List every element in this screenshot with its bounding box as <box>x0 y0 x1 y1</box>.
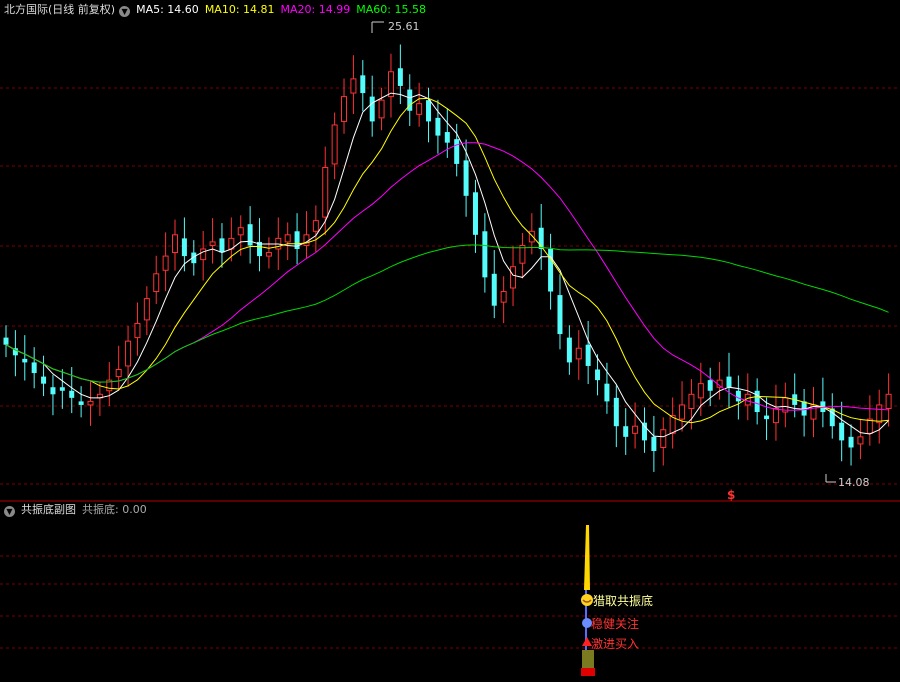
candle-body <box>472 192 478 235</box>
candle-body <box>688 393 695 409</box>
candle-body <box>416 103 423 115</box>
candle-body <box>125 340 132 367</box>
stock-chart-svg: 25.61 14.08 $ 猎取共振底 稳健关注 激进买入 <box>0 20 900 676</box>
candle-body <box>209 241 216 246</box>
chevron-down-icon[interactable]: ▼ <box>119 6 131 17</box>
candle-body <box>322 166 329 218</box>
grid-layer <box>0 87 900 649</box>
candle-body <box>378 99 385 119</box>
candle-body <box>839 422 845 441</box>
candle-body <box>41 376 47 384</box>
candle-body <box>857 436 864 445</box>
high-price-label: 25.61 <box>388 20 420 33</box>
resonance-base <box>581 668 595 676</box>
candle-body <box>31 362 37 374</box>
candle-body <box>575 347 582 360</box>
low-price-label: 14.08 <box>838 476 870 489</box>
candle-body <box>265 252 272 257</box>
signal-label-1: 猎取共振底 <box>593 593 653 608</box>
sub-chart-value: 共振底: 0.00 <box>82 503 147 516</box>
candle-body <box>866 418 873 434</box>
candle-body <box>848 436 854 448</box>
candle-body <box>426 100 432 122</box>
ma60-label: MA60: 15.58 <box>356 3 426 16</box>
signal-label-3: 激进买入 <box>591 637 639 651</box>
sub-chart-header: ▼ 共振底副图 共振底: 0.00 <box>4 502 153 518</box>
candle-body <box>726 376 732 388</box>
candle-body <box>50 387 56 395</box>
candle-body <box>707 380 713 391</box>
candle-body <box>660 429 667 448</box>
candle-body <box>360 75 366 94</box>
candle-body <box>143 298 150 321</box>
candle-body <box>153 273 160 293</box>
sub-chart-layer: 猎取共振底 稳健关注 激进买入 <box>581 525 653 676</box>
candle-body <box>500 291 507 303</box>
chart-stage: 25.61 14.08 $ 猎取共振底 稳健关注 激进买入 北方国际(日线 前复… <box>0 0 900 678</box>
candle-body <box>595 369 601 381</box>
chevron-down-icon[interactable]: ▼ <box>4 506 15 517</box>
candle-body <box>454 139 460 164</box>
candle-body <box>3 337 9 345</box>
price-labels-layer: 25.61 14.08 $ <box>371 20 870 502</box>
candle-body <box>772 407 779 424</box>
candle-body <box>604 383 610 402</box>
candle-body <box>172 234 179 254</box>
candle-body <box>284 234 291 243</box>
candle-body <box>397 68 403 86</box>
ma20-line <box>5 142 889 411</box>
candle-body <box>491 273 497 306</box>
candle-body <box>697 383 704 399</box>
candle-body <box>247 224 253 246</box>
signal-dot-1 <box>581 594 593 606</box>
candle-body <box>735 390 741 402</box>
candle-body <box>585 344 591 366</box>
candle-body <box>482 231 488 278</box>
candle-body <box>219 238 225 253</box>
ma20-label: MA20: 14.99 <box>280 3 351 16</box>
candle-body <box>444 132 450 143</box>
resonance-spike <box>584 525 590 590</box>
candle-body <box>162 255 169 271</box>
main-chart-header: 北方国际(日线 前复权) ▼ MA5: 14.60 MA10: 14.81 MA20: … <box>4 2 432 18</box>
candle-body <box>557 295 563 335</box>
candle-body <box>764 415 770 420</box>
candle-body <box>312 220 319 232</box>
candle-body <box>463 160 469 196</box>
sub-chart-title[interactable]: 共振底副图 <box>21 503 76 516</box>
candle-body <box>341 96 348 122</box>
candle-body <box>69 390 75 398</box>
candle-body <box>885 393 892 409</box>
candle-body <box>134 322 141 339</box>
ma5-label: MA5: 14.60 <box>136 3 199 16</box>
candle-body <box>181 238 187 257</box>
candle-body <box>237 227 244 236</box>
candle-body <box>435 117 441 136</box>
candle-body <box>200 248 207 261</box>
candle-body <box>623 426 629 437</box>
candle-body <box>548 249 554 292</box>
candle-body <box>613 397 619 427</box>
candle-body <box>566 337 572 363</box>
stock-title[interactable]: 北方国际(日线 前复权) <box>4 3 115 16</box>
candle-body <box>78 401 84 405</box>
candle-body <box>59 387 65 391</box>
candle-body <box>510 266 517 289</box>
candle-body <box>369 96 375 122</box>
candle-body <box>87 400 94 406</box>
candle-body <box>350 78 357 94</box>
event-marker[interactable]: $ <box>727 488 735 502</box>
candle-body <box>632 425 639 434</box>
candle-body <box>22 358 28 363</box>
candle-body <box>528 230 535 243</box>
candle-body <box>651 436 657 452</box>
ma60-line <box>5 244 889 383</box>
candle-body <box>641 422 647 441</box>
candle-body <box>876 404 883 424</box>
ma10-label: MA10: 14.81 <box>204 3 275 16</box>
candle-body <box>679 404 686 420</box>
signal-label-2: 稳健关注 <box>591 616 639 631</box>
candle-body <box>115 369 122 378</box>
candle-body <box>331 124 338 165</box>
